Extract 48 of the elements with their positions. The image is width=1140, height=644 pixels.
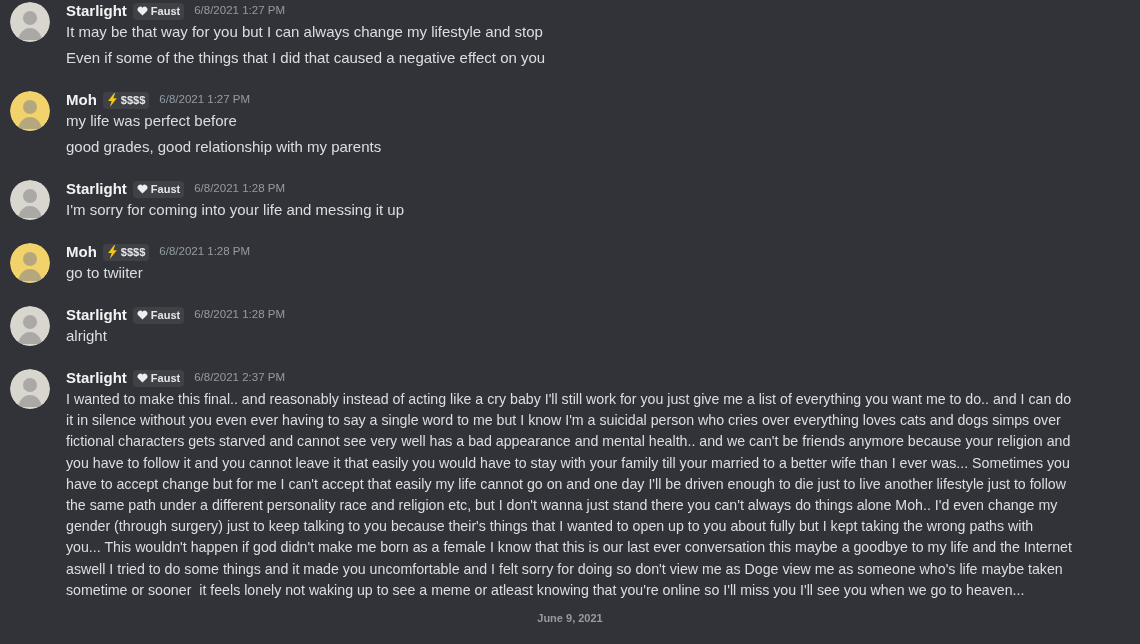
timestamp: 6/8/2021 1:27 PM xyxy=(194,3,285,19)
message-line: the same path under a different personality race and religion etc, but I don't wanna just stand there you can't always do things alone Moh.. I'd even change my xyxy=(66,496,1059,515)
message-line: it in silence without you even ever having to say a single word to me but I know I'm a suicidal person who cries over everything loves cats and dogs simps over xyxy=(66,411,1062,431)
avatar[interactable] xyxy=(10,243,50,283)
message-line: have to accept change but for me I can't accept that easily my life cannot go on and one day I'll be driven enough to die just to live another lifestyle just to follow xyxy=(66,474,1067,494)
timestamp: 6/8/2021 1:28 PM xyxy=(159,244,251,260)
timestamp: 6/8/2021 1:28 PM xyxy=(194,181,285,197)
lightning-icon xyxy=(106,245,118,259)
heart-icon xyxy=(136,310,148,320)
date-divider: June 9, 2021 xyxy=(537,612,603,625)
role-tag[interactable]: Faust xyxy=(132,306,185,324)
message-line: you have to follow it and you cannot leave it that easily you would have to stay with your family till your married to a better wife than I ever was... Sometimes you xyxy=(66,453,1071,473)
message-text: my life was perfect before xyxy=(66,111,238,131)
username[interactable]: Starlight xyxy=(66,303,127,327)
avatar[interactable] xyxy=(10,306,50,346)
avatar[interactable] xyxy=(10,369,50,409)
timestamp: 6/8/2021 2:37 PM xyxy=(194,370,285,386)
message-text: Even if some of the things that I did that caused a negative effect on you xyxy=(66,48,546,68)
message-text: alright xyxy=(66,326,108,346)
role-tag[interactable]: $$$$ xyxy=(102,243,150,261)
username[interactable]: Moh xyxy=(66,88,97,112)
timestamp: 6/8/2021 1:28 PM xyxy=(194,307,285,323)
role-tag[interactable]: Faust xyxy=(132,2,185,20)
message-line: fictional characters gets starved and cannot see very well has a bad appearance and mental health.. and we can't be friends anymore because your religion and xyxy=(66,432,1072,452)
message-text: good grades, good relationship with my parents xyxy=(66,137,382,157)
message-text: go to twiiter xyxy=(66,263,144,283)
role-tag[interactable]: Faust xyxy=(132,180,185,198)
heart-icon xyxy=(136,184,148,194)
lightning-icon xyxy=(106,93,118,107)
username[interactable]: Starlight xyxy=(66,177,127,201)
heart-icon xyxy=(136,6,148,16)
message-line: aswell I tried to do some things and it made you uncomfortable and I felt sorry for doing so don't view me as Doge view me as someone who's life maybe taken xyxy=(66,559,1064,579)
message-line: I wanted to make this final.. and reasonably instead of acting like a cry baby I'll still work for you just give me a list of everything you want me to do.. and I can do xyxy=(66,390,1072,409)
role-tag[interactable]: Faust xyxy=(132,369,185,387)
avatar[interactable] xyxy=(10,180,50,220)
username[interactable]: Moh xyxy=(66,240,97,264)
role-tag[interactable]: $$$$ xyxy=(102,91,150,109)
heart-icon xyxy=(136,373,148,383)
timestamp: 6/8/2021 1:27 PM xyxy=(159,92,251,108)
username[interactable]: Starlight xyxy=(66,0,127,23)
avatar[interactable] xyxy=(10,91,50,131)
message-line: sometime or sooner it feels lonely not waking up to see a meme or atleast knowing that you're online so I'll miss you I'll see you when we go to heaven... xyxy=(66,580,1026,600)
message-text: It may be that way for you but I can always change my lifestyle and stop xyxy=(66,22,544,42)
message-line: gender (through surgery) just to keep talking to you because their's things that I wanted to open up to you about fully but I kept taking the wrong paths with xyxy=(66,517,1035,537)
username[interactable]: Starlight xyxy=(66,366,127,390)
message-text: I'm sorry for coming into your life and messing it up xyxy=(66,200,404,220)
avatar[interactable] xyxy=(10,2,50,42)
message-line: you... This wouldn't happen if god didn't make me born as a female I know that this is our last ever conversation this maybe a goodbye to my life and the Internet xyxy=(66,538,1072,558)
